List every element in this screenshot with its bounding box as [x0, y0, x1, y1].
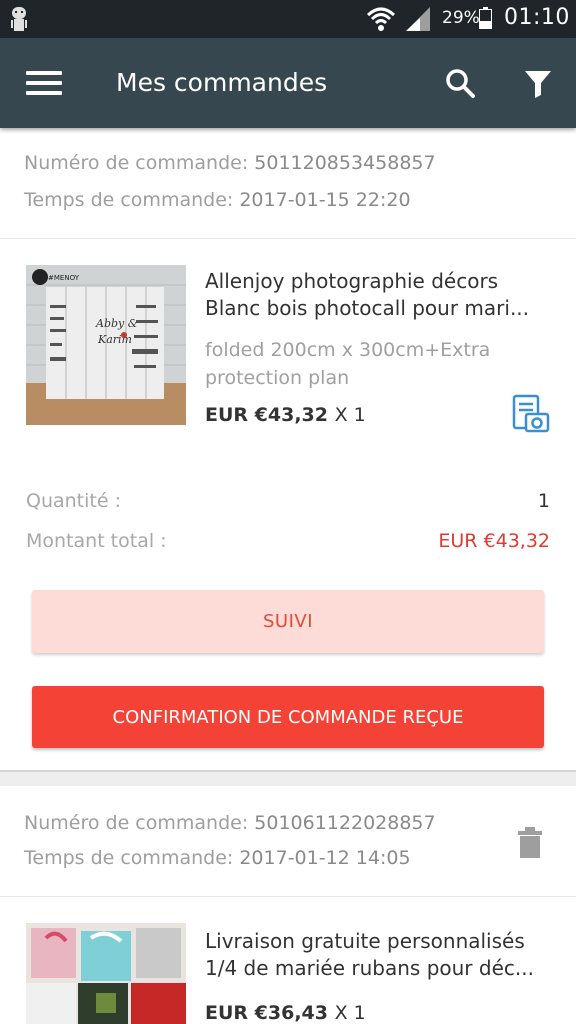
quantity-value: 1 [537, 490, 550, 512]
product-qty: X 1 [334, 1002, 366, 1024]
app-bar: Mes commandes [0, 38, 576, 128]
menu-icon[interactable] [26, 71, 62, 97]
wifi-icon [366, 7, 396, 31]
product-price-row: EUR €36,43 X 1 [205, 1002, 366, 1024]
order-time-label: Temps de commande: [24, 847, 234, 869]
svg-text:#MENOY: #MENOY [48, 274, 80, 282]
battery-percent: 29% [442, 8, 480, 28]
status-clock: 01:10 [504, 5, 570, 30]
order-time-label: Temps de commande: [24, 189, 234, 211]
total-value: EUR €43,32 [438, 530, 550, 552]
trash-icon[interactable] [516, 826, 544, 858]
order-number-row: Numéro de commande: 501120853458857 [24, 152, 436, 174]
product-price-row: EUR €43,32 X 1 [205, 404, 366, 426]
battery-icon [479, 7, 492, 29]
photo-review-icon[interactable] [512, 394, 550, 434]
order-time-row: Temps de commande: 2017-01-12 14:05 [24, 847, 411, 869]
status-bar: 29% 01:10 [0, 0, 576, 38]
order-number-label: Numéro de commande: [24, 152, 249, 174]
order-separator [0, 770, 576, 786]
order-time: 2017-01-12 14:05 [239, 847, 411, 869]
order-number: 501120853458857 [254, 152, 436, 174]
order-number-row: Numéro de commande: 501061122028857 [24, 812, 436, 834]
total-label: Montant total : [26, 530, 167, 552]
product-price: EUR €36,43 [205, 1002, 328, 1024]
svg-text:Abby &: Abby & [95, 317, 138, 330]
divider [0, 238, 576, 239]
quantity-label: Quantité : [26, 490, 121, 512]
order-number: 501061122028857 [254, 812, 436, 834]
product-title[interactable]: Allenjoy photographie décors Blanc bois … [205, 268, 555, 322]
track-button[interactable]: SUIVI [32, 590, 544, 653]
page-title: Mes commandes [116, 68, 328, 97]
product-variant: folded 200cm x 300cm+Extra protection pl… [205, 339, 491, 389]
product-price: EUR €43,32 [205, 404, 328, 426]
order-time: 2017-01-15 22:20 [239, 189, 411, 211]
product-title[interactable]: Livraison gratuite personnalisés 1/4 de … [205, 928, 555, 982]
order-time-row: Temps de commande: 2017-01-15 22:20 [24, 189, 411, 211]
product-qty: X 1 [334, 404, 366, 426]
product-thumbnail[interactable] [26, 923, 186, 1024]
divider [0, 896, 576, 897]
cell-signal-icon [406, 7, 430, 31]
product-thumbnail[interactable]: Abby & Karim #MENOY [26, 265, 186, 425]
search-icon[interactable] [444, 67, 476, 99]
order-number-label: Numéro de commande: [24, 812, 249, 834]
filter-icon[interactable] [523, 69, 553, 99]
confirm-receipt-button[interactable]: CONFIRMATION DE COMMANDE REÇUE [32, 686, 544, 748]
android-debug-icon [11, 7, 27, 31]
